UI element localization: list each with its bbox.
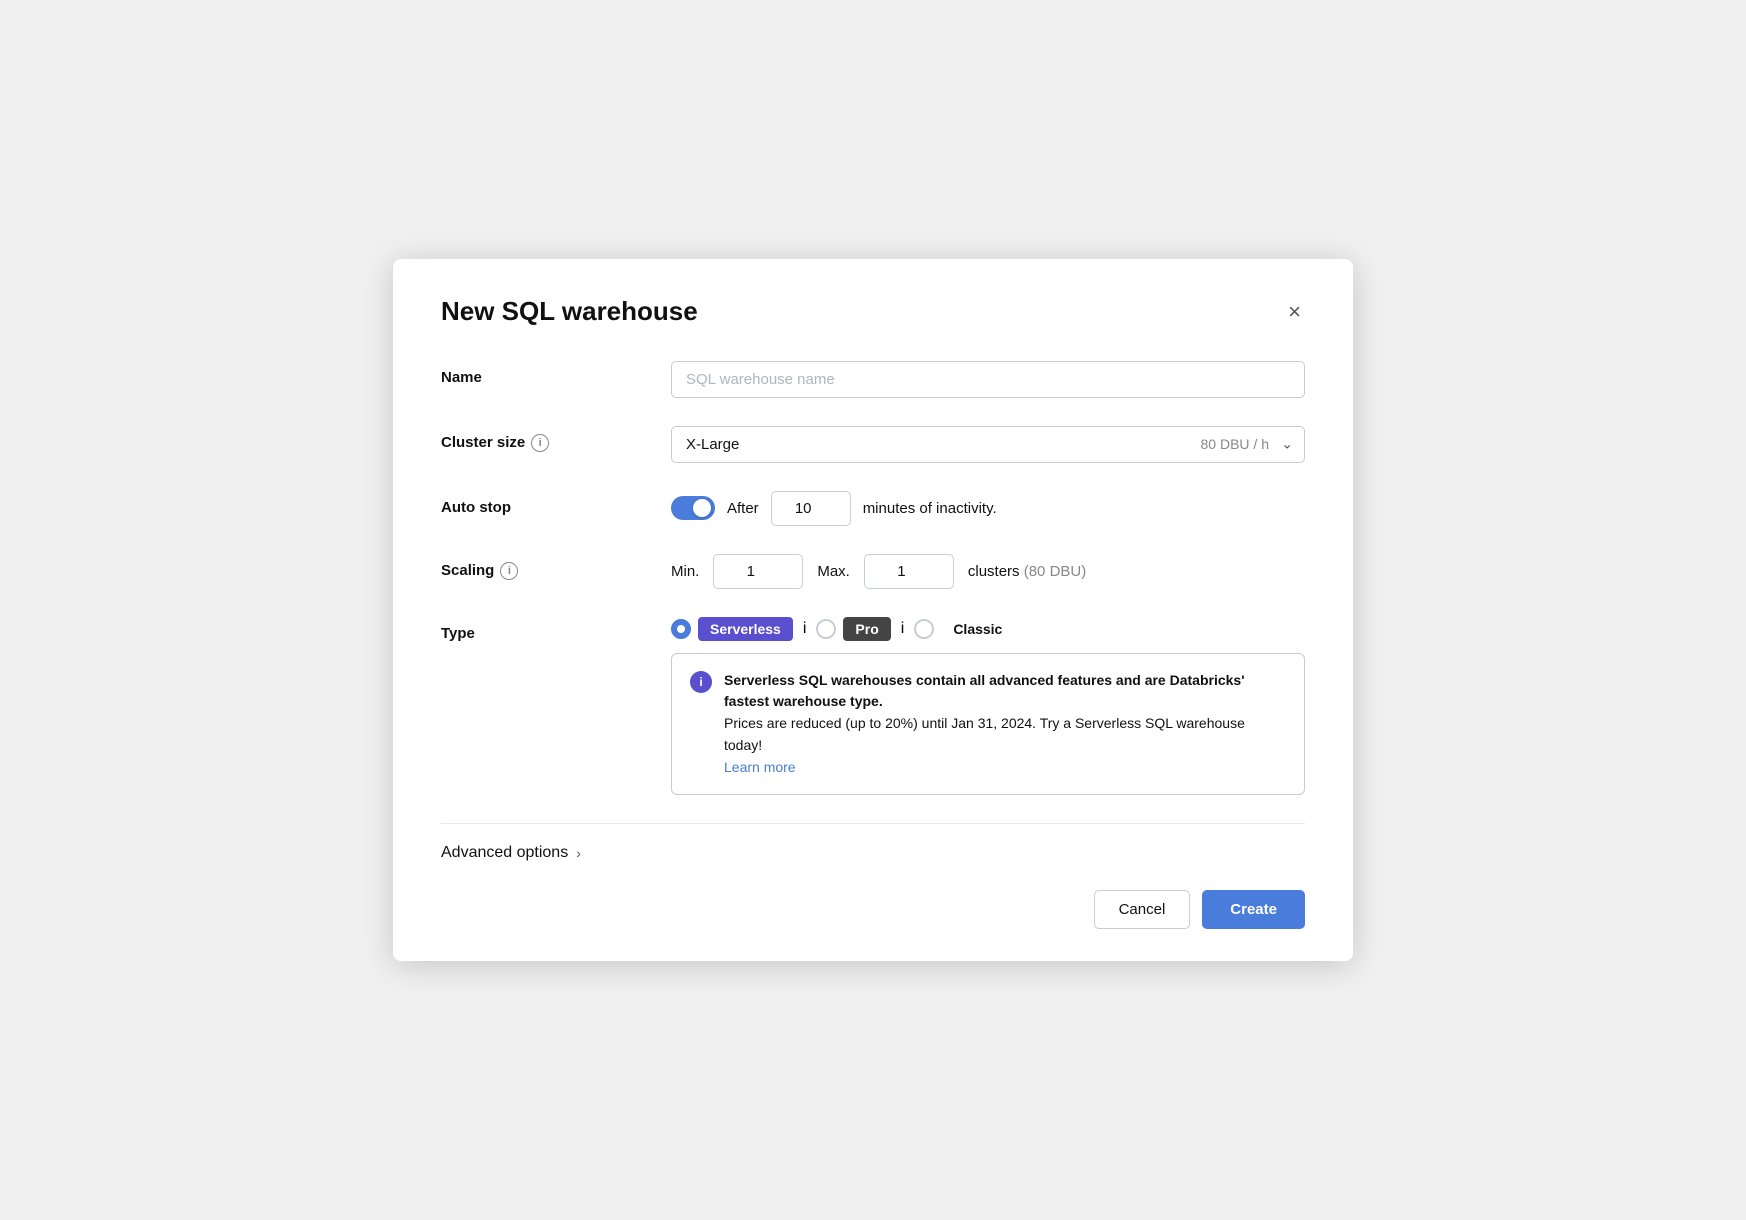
scaling-label: Scaling i xyxy=(441,554,671,580)
classic-badge[interactable]: Classic xyxy=(941,617,1014,641)
cluster-size-info-icon[interactable]: i xyxy=(531,434,549,452)
advanced-chevron-icon: › xyxy=(576,845,581,861)
info-box-content: Serverless SQL warehouses contain all ad… xyxy=(724,670,1286,778)
name-control xyxy=(671,361,1305,398)
footer-actions: Cancel Create xyxy=(441,890,1305,929)
classic-radio[interactable] xyxy=(914,619,934,639)
autostop-row: After minutes of inactivity. xyxy=(671,491,1305,526)
cluster-size-select-wrapper: X-Small Small Medium Large X-Large 2X-La… xyxy=(671,426,1305,463)
type-label: Type xyxy=(441,617,671,642)
serverless-info-icon[interactable]: i xyxy=(803,620,807,638)
auto-stop-toggle[interactable] xyxy=(671,496,715,520)
name-input[interactable] xyxy=(671,361,1305,398)
serverless-info-box: i Serverless SQL warehouses contain all … xyxy=(671,653,1305,795)
max-label: Max. xyxy=(817,563,850,580)
serverless-radio[interactable] xyxy=(671,619,691,639)
pro-info-icon[interactable]: i xyxy=(901,620,905,638)
type-control: Serverless i Pro i Classic i Se xyxy=(671,617,1305,795)
auto-stop-label: Auto stop xyxy=(441,491,671,516)
cancel-button[interactable]: Cancel xyxy=(1094,890,1191,929)
cluster-size-control: X-Small Small Medium Large X-Large 2X-La… xyxy=(671,426,1305,463)
serverless-badge[interactable]: Serverless xyxy=(698,617,793,641)
learn-more-link[interactable]: Learn more xyxy=(724,759,796,775)
info-box-bold: Serverless SQL warehouses contain all ad… xyxy=(724,672,1245,710)
scaling-inputs: Min. Max. clusters (80 DBU) xyxy=(671,554,1305,589)
scaling-info-icon[interactable]: i xyxy=(500,562,518,580)
create-button[interactable]: Create xyxy=(1202,890,1305,929)
name-label: Name xyxy=(441,361,671,386)
type-options: Serverless i Pro i Classic xyxy=(671,617,1305,641)
name-row: Name xyxy=(441,361,1305,398)
scaling-control: Min. Max. clusters (80 DBU) xyxy=(671,554,1305,589)
clusters-info: clusters (80 DBU) xyxy=(968,563,1086,580)
scaling-min-input[interactable] xyxy=(713,554,803,589)
auto-stop-minutes-input[interactable] xyxy=(771,491,851,526)
info-box-text: Prices are reduced (up to 20%) until Jan… xyxy=(724,715,1245,753)
cluster-size-label: Cluster size i xyxy=(441,426,671,452)
divider xyxy=(441,823,1305,824)
info-box-icon: i xyxy=(690,671,712,693)
type-row: Type Serverless i Pro i Classic xyxy=(441,617,1305,795)
cluster-size-select[interactable]: X-Small Small Medium Large X-Large 2X-La… xyxy=(671,426,1305,463)
type-pro-option[interactable]: Pro xyxy=(816,617,890,641)
pro-badge[interactable]: Pro xyxy=(843,617,890,641)
cluster-size-row: Cluster size i X-Small Small Medium Larg… xyxy=(441,426,1305,463)
type-serverless-option[interactable]: Serverless xyxy=(671,617,793,641)
scaling-row: Scaling i Min. Max. clusters (80 DBU) xyxy=(441,554,1305,589)
inactivity-text: minutes of inactivity. xyxy=(863,500,997,517)
close-button[interactable]: × xyxy=(1284,295,1305,329)
auto-stop-control: After minutes of inactivity. xyxy=(671,491,1305,526)
dialog-title: New SQL warehouse xyxy=(441,296,698,327)
advanced-options-label: Advanced options xyxy=(441,844,568,862)
scaling-max-input[interactable] xyxy=(864,554,954,589)
pro-radio[interactable] xyxy=(816,619,836,639)
dialog-header: New SQL warehouse × xyxy=(441,295,1305,329)
advanced-options[interactable]: Advanced options › xyxy=(441,844,1305,862)
type-classic-option[interactable]: Classic xyxy=(914,617,1014,641)
clusters-dbu: (80 DBU) xyxy=(1024,563,1087,580)
after-label: After xyxy=(727,500,759,517)
min-label: Min. xyxy=(671,563,699,580)
auto-stop-row: Auto stop After minutes of inactivity. xyxy=(441,491,1305,526)
new-sql-warehouse-dialog: New SQL warehouse × Name Cluster size i … xyxy=(393,259,1353,961)
